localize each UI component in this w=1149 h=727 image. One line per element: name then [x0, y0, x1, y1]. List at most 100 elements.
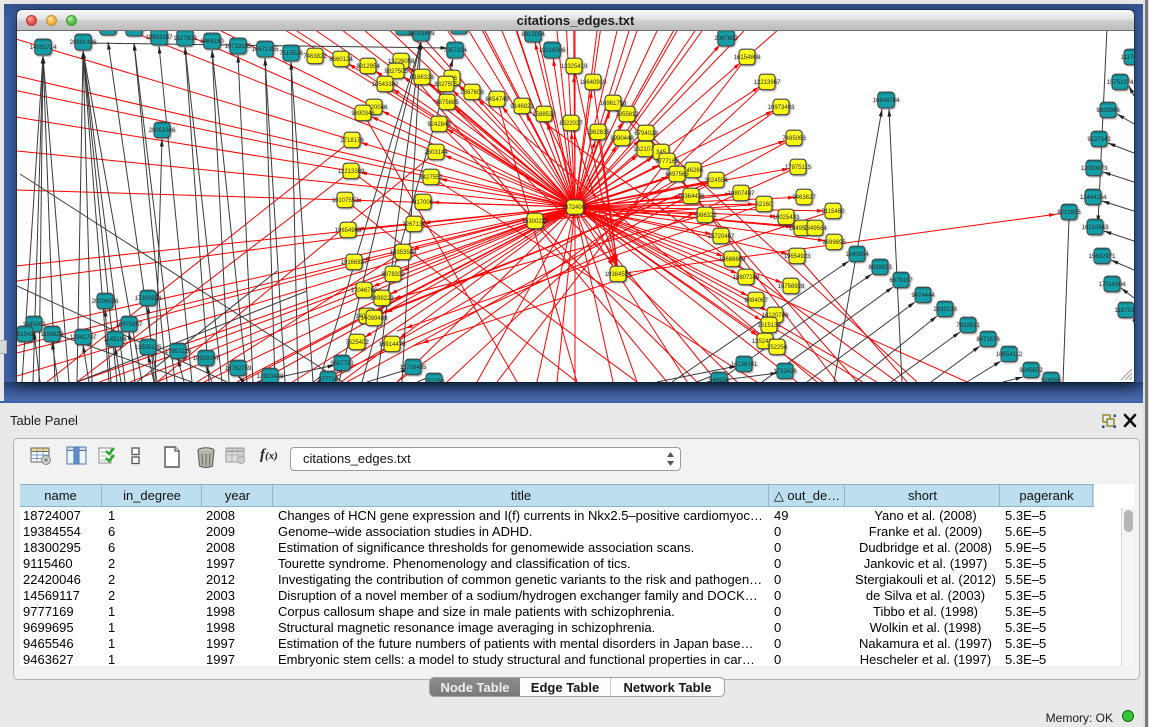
svg-text:8878332: 8878332 [381, 272, 405, 278]
svg-text:8213955: 8213955 [1057, 210, 1081, 216]
svg-text:62160: 62160 [756, 202, 773, 208]
svg-text:977716: 977716 [318, 377, 339, 382]
svg-text:152760: 152760 [424, 379, 445, 382]
svg-text:9327505: 9327505 [434, 82, 458, 88]
svg-text:1615132: 1615132 [757, 323, 781, 329]
svg-text:15692971: 15692971 [1089, 254, 1116, 260]
svg-text:917006: 917006 [413, 200, 434, 206]
svg-text:1994081: 1994081 [122, 31, 146, 32]
svg-text:8813054: 8813054 [521, 32, 545, 38]
svg-text:10654112: 10654112 [996, 352, 1023, 358]
svg-text:8471676: 8471676 [976, 337, 1000, 343]
svg-text:10807487: 10807487 [728, 191, 755, 197]
svg-text:14099489: 14099489 [361, 316, 388, 322]
svg-text:7632621: 7632621 [956, 323, 980, 329]
svg-text:1156829: 1156829 [41, 332, 65, 338]
svg-text:3267130: 3267130 [402, 222, 426, 228]
svg-text:2935139: 2935139 [933, 307, 957, 313]
svg-text:1117053: 1117053 [1121, 55, 1134, 61]
svg-text:6466160: 6466160 [200, 39, 224, 45]
svg-text:6794028: 6794028 [634, 131, 658, 137]
svg-text:13325419: 13325419 [561, 64, 588, 70]
svg-text:10107552: 10107552 [332, 198, 359, 204]
svg-text:16648784: 16648784 [873, 98, 900, 104]
svg-text:19166827: 19166827 [341, 260, 368, 266]
svg-text:1167533: 1167533 [1115, 308, 1134, 314]
svg-text:13505135: 13505135 [135, 345, 162, 351]
svg-text:6679197: 6679197 [889, 278, 913, 284]
svg-text:10543382: 10543382 [372, 82, 399, 88]
svg-text:9827505: 9827505 [384, 69, 408, 75]
svg-text:9242845: 9242845 [427, 122, 451, 128]
svg-text:1849564: 1849564 [803, 226, 827, 232]
svg-text:17016504: 17016504 [1099, 282, 1126, 288]
svg-text:18807249: 18807249 [733, 275, 760, 281]
svg-text:20053346: 20053346 [149, 128, 176, 134]
svg-text:17957225: 17957225 [165, 349, 192, 355]
svg-text:20364436: 20364436 [678, 194, 705, 200]
svg-text:8322037: 8322037 [559, 121, 583, 127]
svg-text:8912954: 8912954 [356, 64, 380, 70]
svg-text:10653287: 10653287 [146, 35, 173, 41]
svg-text:16154808: 16154808 [734, 55, 761, 61]
svg-text:3915411: 3915411 [17, 332, 37, 338]
svg-text:9146821: 9146821 [510, 104, 534, 110]
svg-text:16033809: 16033809 [408, 31, 435, 37]
svg-text:1145194: 1145194 [104, 337, 128, 343]
svg-text:19384554: 19384554 [605, 272, 632, 278]
svg-text:17975115: 17975115 [785, 165, 812, 171]
svg-text:1588520: 1588520 [532, 112, 556, 118]
svg-text:252254: 252254 [767, 345, 788, 351]
svg-text:19975867: 19975867 [116, 322, 143, 328]
svg-text:10688609: 10688609 [719, 257, 746, 263]
svg-text:16782759: 16782759 [225, 366, 252, 372]
svg-text:9657791: 9657791 [330, 361, 354, 367]
svg-text:12093873: 12093873 [1081, 166, 1108, 172]
svg-text:10973493: 10973493 [768, 105, 795, 111]
svg-text:2803144: 2803144 [424, 150, 448, 156]
svg-text:2718176: 2718176 [340, 138, 364, 144]
svg-text:14136141: 14136141 [731, 362, 758, 368]
svg-text:14055714: 14055714 [30, 45, 57, 51]
svg-text:8427552: 8427552 [419, 175, 443, 181]
svg-text:19218506: 19218506 [539, 48, 566, 54]
svg-text:12213389: 12213389 [338, 169, 365, 175]
svg-text:15300233: 15300233 [522, 219, 549, 225]
svg-text:16210643: 16210643 [1082, 225, 1109, 231]
svg-text:9884067: 9884067 [744, 298, 768, 304]
svg-text:1362635: 1362635 [586, 130, 610, 136]
svg-text:2087682: 2087682 [714, 36, 738, 42]
svg-text:9227342: 9227342 [1087, 137, 1111, 143]
svg-text:8660124: 8660124 [329, 57, 353, 63]
svg-text:12444154: 12444154 [1080, 195, 1107, 201]
svg-text:9474444: 9474444 [911, 293, 935, 299]
svg-text:7485063: 7485063 [782, 136, 806, 142]
svg-text:3498222: 3498222 [370, 296, 394, 302]
svg-text:9890346: 9890346 [351, 111, 375, 117]
svg-text:10756928: 10756928 [778, 284, 805, 290]
svg-text:9929966: 9929966 [1096, 108, 1120, 114]
svg-text:1733426: 1733426 [773, 369, 797, 375]
svg-text:19654923: 19654923 [784, 254, 811, 260]
svg-text:16914479: 16914479 [379, 342, 406, 348]
svg-text:9777169: 9777169 [655, 159, 679, 165]
svg-text:18640910: 18640910 [580, 80, 607, 86]
svg-text:8938923: 8938923 [868, 265, 892, 271]
svg-text:1527602: 1527602 [173, 36, 197, 42]
svg-text:10958107: 10958107 [193, 356, 220, 362]
svg-text:8454749: 8454749 [485, 97, 509, 103]
svg-text:20206526: 20206526 [92, 299, 119, 305]
svg-text:12942737: 12942737 [70, 335, 97, 341]
svg-text:12923448: 12923448 [257, 374, 284, 380]
svg-text:9463627: 9463627 [792, 195, 816, 201]
svg-text:20891406: 20891406 [70, 40, 97, 46]
svg-text:2867608: 2867608 [460, 90, 484, 96]
svg-text:12213967: 12213967 [754, 80, 781, 86]
svg-text:7986322: 7986322 [693, 213, 717, 219]
svg-text:9245652: 9245652 [1019, 368, 1043, 374]
svg-text:7357224: 7357224 [443, 48, 467, 54]
svg-text:9115460: 9115460 [822, 209, 846, 215]
svg-text:16961758: 16961758 [600, 101, 627, 107]
svg-text:6497568: 6497568 [665, 172, 689, 178]
svg-text:946554: 946554 [709, 378, 730, 382]
